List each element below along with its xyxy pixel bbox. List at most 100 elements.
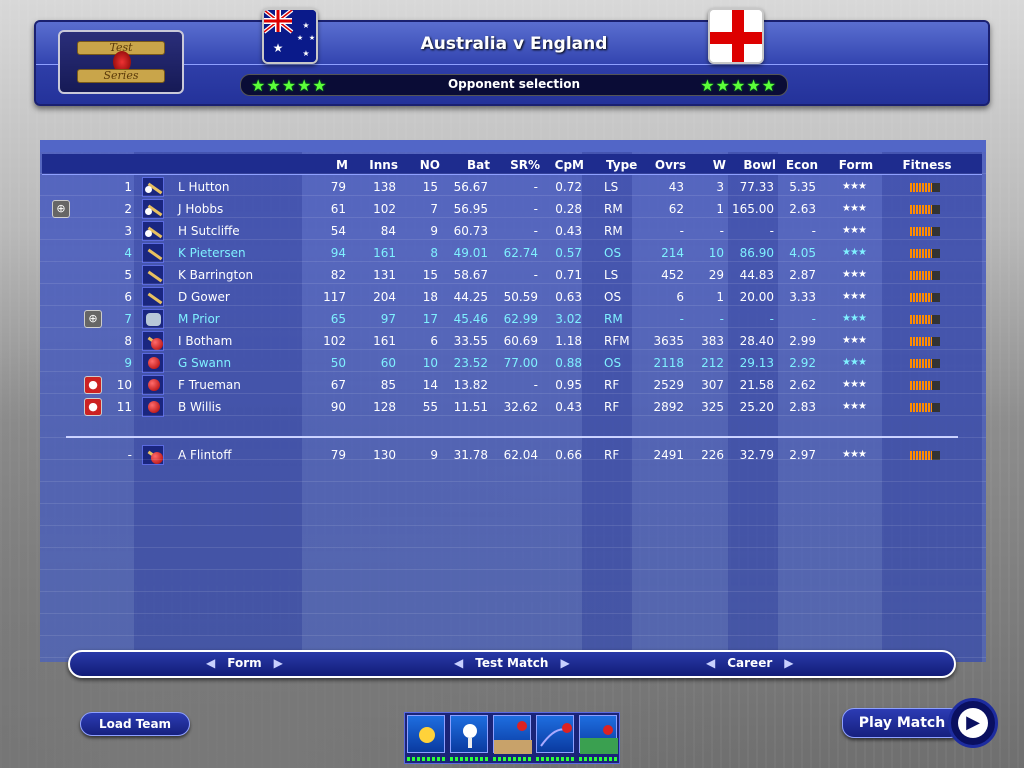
player-name[interactable]: I Botham bbox=[178, 330, 308, 352]
col-header-ovrs[interactable]: Ovrs bbox=[642, 154, 686, 176]
player-bat: 49.01 bbox=[453, 246, 488, 260]
load-team-button[interactable]: Load Team bbox=[80, 712, 190, 736]
player-name[interactable]: G Swann bbox=[178, 352, 308, 374]
player-row[interactable]: 3 H Sutcliffe 54 84 9 60.73 - 0.43 RM - - - - ★★★ bbox=[40, 220, 986, 242]
player-inns: 161 bbox=[373, 334, 396, 348]
sun-icon[interactable] bbox=[407, 715, 445, 753]
player-bowl: 32.79 bbox=[739, 448, 774, 462]
player-type: LS bbox=[604, 180, 619, 194]
ball-icon bbox=[142, 353, 164, 373]
player-no: 15 bbox=[422, 180, 438, 194]
player-sr: 62.99 bbox=[503, 312, 538, 326]
test-match-next-arrow[interactable]: ▶ bbox=[560, 656, 569, 670]
player-w: 29 bbox=[708, 268, 724, 282]
player-name[interactable]: J Hobbs bbox=[178, 198, 308, 220]
player-inns: 131 bbox=[373, 268, 396, 282]
player-sr: - bbox=[533, 224, 538, 238]
col-header-bowl[interactable]: Bowl bbox=[732, 154, 776, 176]
play-arrow-icon: ▶ bbox=[958, 708, 988, 738]
player-name[interactable]: L Hutton bbox=[178, 176, 308, 198]
form-prev-arrow[interactable]: ◀ bbox=[206, 656, 215, 670]
player-num: 10 bbox=[116, 378, 132, 392]
player-row[interactable]: 5 K Barrington 82 131 15 58.67 - 0.71 LS 452 29 44.… bbox=[40, 264, 986, 286]
player-row[interactable]: 1 L Hutton 79 138 15 56.67 - 0.72 LS 43 3 77.33 5.35… bbox=[40, 176, 986, 198]
conditions-toolbar bbox=[404, 712, 620, 764]
player-cpm: 0.43 bbox=[555, 400, 582, 414]
player-row[interactable]: ⊕ 7 M Prior 65 97 17 45.46 62.99 3.02 RM - - - - ★★★ bbox=[40, 308, 986, 330]
form-label: Form bbox=[227, 656, 262, 670]
player-num: 8 bbox=[124, 334, 132, 348]
player-bat: 56.95 bbox=[453, 202, 488, 216]
col-header-type[interactable]: Type bbox=[606, 154, 646, 176]
player-m: 94 bbox=[330, 246, 346, 260]
form-stars: ★★★ bbox=[842, 269, 867, 280]
col-header-no[interactable]: NO bbox=[406, 154, 440, 176]
player-num: - bbox=[127, 448, 132, 462]
col-header-bat[interactable]: Bat bbox=[454, 154, 490, 176]
player-cpm: 3.02 bbox=[555, 312, 582, 326]
player-num: 9 bbox=[124, 356, 132, 370]
player-row[interactable]: 9 G Swann 50 60 10 23.52 77.00 0.88 OS 2118 212 29.… bbox=[40, 352, 986, 374]
player-name[interactable]: K Barrington bbox=[178, 264, 308, 286]
player-name[interactable]: K Pietersen bbox=[178, 242, 308, 264]
field-icon[interactable] bbox=[579, 715, 618, 754]
player-name[interactable]: D Gower bbox=[178, 286, 308, 308]
player-type: LS bbox=[604, 268, 619, 282]
form-stars: ★★★ bbox=[842, 335, 867, 346]
player-econ: - bbox=[811, 312, 816, 326]
career-prev-arrow[interactable]: ◀ bbox=[706, 656, 715, 670]
col-header-econ[interactable]: Econ bbox=[778, 154, 818, 176]
player-row[interactable]: 4 K Pietersen 94 161 8 49.01 62.74 0.57 OS 214 10 8… bbox=[40, 242, 986, 264]
col-header-w[interactable]: W bbox=[692, 154, 726, 176]
player-m: 79 bbox=[330, 448, 346, 462]
player-row[interactable]: ● 10 F Trueman 67 85 14 13.82-0.95 RF 2529 307 21.… bbox=[40, 374, 986, 396]
captain-icon[interactable]: ⊕ bbox=[52, 200, 70, 218]
player-name[interactable]: H Sutcliffe bbox=[178, 220, 308, 242]
player-bowl: 28.40 bbox=[739, 334, 774, 348]
allrounder-icon bbox=[142, 445, 164, 465]
col-header-inns[interactable]: Inns bbox=[358, 154, 398, 176]
australia-flag-icon: ★ ★ ★ ★ ★ bbox=[262, 8, 318, 64]
test-match-prev-arrow[interactable]: ◀ bbox=[454, 656, 463, 670]
player-row[interactable]: 6 D Gower 117 204 18 44.25 50.59 0.63 OS 6 1 20.00 3… bbox=[40, 286, 986, 308]
pitch-meter bbox=[493, 757, 531, 761]
allrounder-icon bbox=[142, 331, 164, 351]
form-next-arrow[interactable]: ▶ bbox=[274, 656, 283, 670]
player-row[interactable]: ● 11 B Willis 90 128 55 11.51 32.62 0.43 RF 2892 32… bbox=[40, 396, 986, 418]
player-econ: - bbox=[811, 224, 816, 238]
player-name[interactable]: M Prior bbox=[178, 308, 308, 330]
player-type: OS bbox=[604, 290, 622, 304]
career-next-arrow[interactable]: ▶ bbox=[784, 656, 793, 670]
player-bowl: 20.00 bbox=[739, 290, 774, 304]
player-row[interactable]: 8 I Botham 102 161 6 33.55 60.69 1.18 RFM 3635 383… bbox=[40, 330, 986, 352]
player-name[interactable]: B Willis bbox=[178, 396, 308, 418]
player-m: 67 bbox=[330, 378, 346, 392]
col-header-form[interactable]: Form bbox=[832, 154, 880, 176]
ball-on-tee-icon[interactable] bbox=[450, 715, 488, 753]
player-row[interactable]: - A Flintoff 79 130 9 31.78 62.04 0.66 RF 2491 226… bbox=[40, 444, 986, 466]
player-ovrs: 2118 bbox=[653, 356, 684, 370]
player-inns: 204 bbox=[373, 290, 396, 304]
col-header-fitness[interactable]: Fitness bbox=[894, 154, 960, 176]
play-match-button[interactable]: Play Match bbox=[842, 708, 962, 738]
col-header-m[interactable]: M bbox=[312, 154, 348, 176]
col-header-sr[interactable]: SR% bbox=[500, 154, 540, 176]
player-sr: - bbox=[533, 378, 538, 392]
bowling-icon[interactable] bbox=[536, 715, 574, 753]
player-bat: 45.46 bbox=[453, 312, 488, 326]
player-ovrs: 3635 bbox=[653, 334, 684, 348]
player-row[interactable]: ⊕ 2 J Hobbs 61 102 7 56.95 - 0.28 RM 62 1 165.00 2.63… bbox=[40, 198, 986, 220]
weather-meter bbox=[407, 757, 445, 761]
test-match-selector: ◀ Test Match ▶ bbox=[454, 656, 570, 670]
player-sr: 77.00 bbox=[503, 356, 538, 370]
form-stars: ★★★ bbox=[842, 291, 867, 302]
player-name[interactable]: F Trueman bbox=[178, 374, 308, 396]
player-num: 3 bbox=[124, 224, 132, 238]
col-header-cpm[interactable]: CpM bbox=[546, 154, 584, 176]
pitch-icon[interactable] bbox=[493, 715, 532, 754]
play-match-arrow-button[interactable]: ▶ bbox=[948, 698, 998, 748]
player-name[interactable]: A Flintoff bbox=[178, 444, 308, 466]
form-stars: ★★★ bbox=[842, 181, 867, 192]
player-bat: 56.67 bbox=[453, 180, 488, 194]
form-stars: ★★★ bbox=[842, 203, 867, 214]
